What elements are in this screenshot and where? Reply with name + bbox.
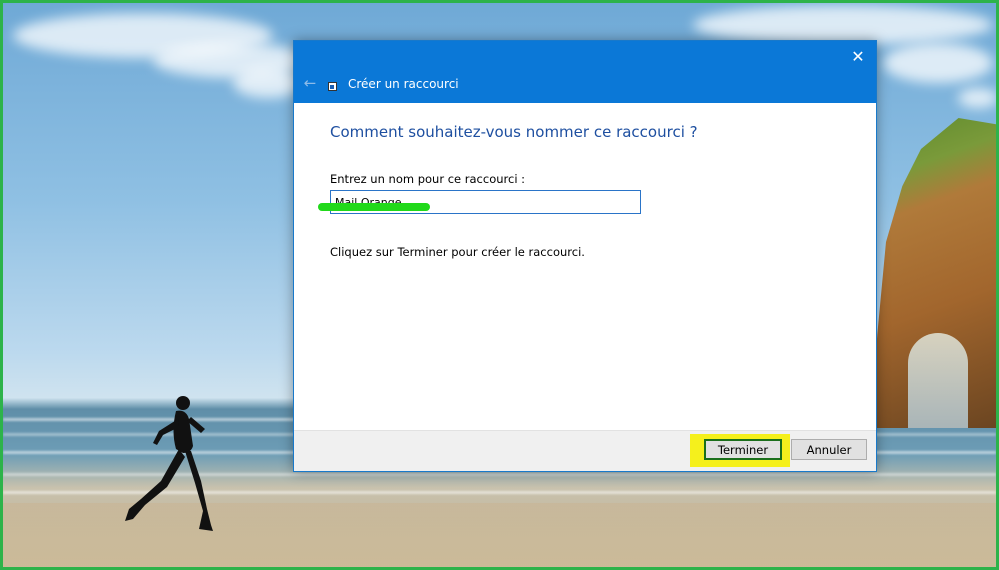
green-marker-annotation [318, 203, 430, 211]
create-shortcut-dialog: ✕ ← Créer un raccourci Comment souhaitez… [293, 40, 877, 472]
desktop-frame: ✕ ← Créer un raccourci Comment souhaitez… [0, 0, 999, 570]
finish-hint-text: Cliquez sur Terminer pour créer le racco… [330, 245, 585, 259]
shortcut-icon [328, 82, 337, 91]
close-icon[interactable]: ✕ [846, 45, 870, 69]
finish-button[interactable]: Terminer [704, 439, 782, 460]
name-field-label: Entrez un nom pour ce raccourci : [330, 172, 526, 186]
cancel-button[interactable]: Annuler [791, 439, 867, 460]
runner-silhouette [125, 396, 213, 531]
rock-arch [908, 333, 968, 428]
dialog-heading: Comment souhaitez-vous nommer ce raccour… [330, 123, 698, 141]
dialog-title: Créer un raccourci [348, 77, 459, 91]
back-arrow-icon[interactable]: ← [300, 74, 320, 92]
dialog-titlebar: ✕ ← Créer un raccourci [294, 41, 876, 103]
dialog-footer: Terminer Annuler [294, 430, 876, 471]
